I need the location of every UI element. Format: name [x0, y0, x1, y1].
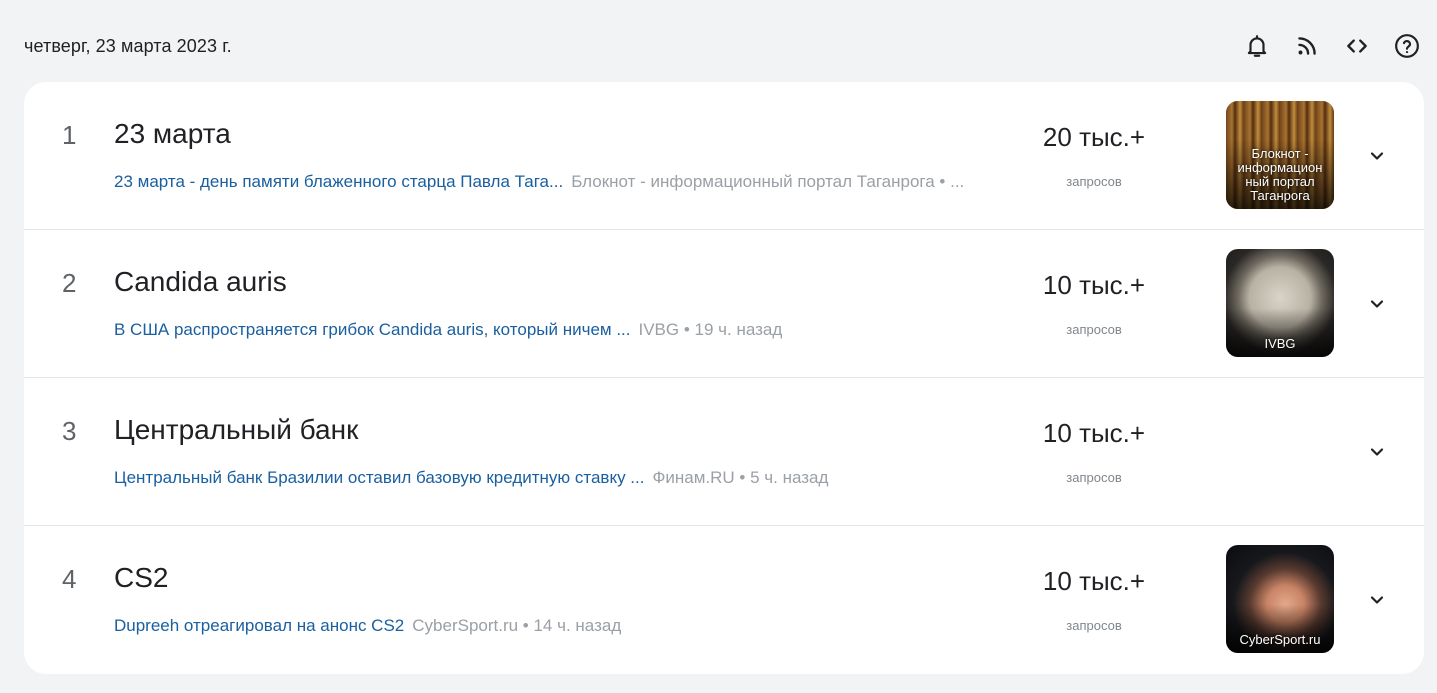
article-source: IVBG • 19 ч. назад — [638, 320, 783, 339]
trend-title[interactable]: Candida auris — [114, 266, 287, 298]
search-volume: 10 тыс.+ — [1042, 418, 1146, 448]
news-thumbnail[interactable]: CyberSport.ru — [1226, 545, 1334, 653]
trends-list: 1 23 марта 23 марта - день памяти блажен… — [24, 82, 1424, 674]
search-volume: 10 тыс.+ — [1042, 270, 1146, 300]
thumbnail-caption: CyberSport.ru — [1239, 632, 1321, 647]
trend-title[interactable]: CS2 — [114, 562, 168, 594]
expand-button[interactable] — [1361, 436, 1393, 468]
search-volume-label: запросов — [1066, 470, 1122, 485]
trends-page: четверг, 23 марта 2023 г. 1 23 марта 23 … — [0, 0, 1437, 693]
bell-icon[interactable] — [1241, 30, 1273, 62]
search-volume: 20 тыс.+ — [1042, 122, 1146, 152]
article-link[interactable]: Центральный банк Бразилии оставил базову… — [114, 468, 644, 487]
trend-rank: 4 — [62, 564, 77, 594]
help-icon[interactable] — [1391, 30, 1423, 62]
trend-meta: Dupreeh отреагировал на анонс CS2 CyberSp… — [114, 616, 1014, 636]
trend-row[interactable]: 1 23 марта 23 марта - день памяти блажен… — [24, 82, 1424, 230]
thumbnail-caption: Блокнот - информацион ный портал Таганро… — [1237, 146, 1323, 203]
top-bar: четверг, 23 марта 2023 г. — [0, 0, 1437, 82]
thumbnail-caption: IVBG — [1264, 336, 1296, 351]
trend-title[interactable]: Центральный банк — [114, 414, 358, 446]
expand-button[interactable] — [1361, 584, 1393, 616]
trend-row[interactable]: 2 Candida auris В США распространяется г… — [24, 230, 1424, 378]
chevron-down-icon — [1370, 596, 1384, 604]
trend-meta: Центральный банк Бразилии оставил базову… — [114, 468, 1014, 488]
trend-rank: 3 — [62, 416, 77, 446]
article-link[interactable]: 23 марта - день памяти блаженного старца… — [114, 172, 563, 191]
trend-row[interactable]: 3 Центральный банк Центральный банк Браз… — [24, 378, 1424, 526]
article-source: Финам.RU • 5 ч. назад — [652, 468, 829, 487]
top-actions — [1241, 30, 1423, 62]
article-source: Блокнот - информационный портал Таганрог… — [571, 172, 965, 191]
chevron-down-icon — [1370, 448, 1384, 456]
article-link[interactable]: В США распространяется грибок Candida au… — [114, 320, 630, 339]
news-thumbnail[interactable]: Блокнот - информацион ный портал Таганро… — [1226, 101, 1334, 209]
trend-title[interactable]: 23 марта — [114, 118, 231, 150]
search-volume: 10 тыс.+ — [1042, 566, 1146, 596]
chevron-down-icon — [1370, 152, 1384, 160]
search-volume-label: запросов — [1066, 174, 1122, 189]
trend-meta: В США распространяется грибок Candida au… — [114, 320, 1014, 340]
expand-button[interactable] — [1361, 288, 1393, 320]
expand-button[interactable] — [1361, 140, 1393, 172]
rss-icon[interactable] — [1291, 30, 1323, 62]
trend-meta: 23 марта - день памяти блаженного старца… — [114, 172, 1014, 192]
chevron-down-icon — [1370, 300, 1384, 308]
trend-rank: 1 — [62, 120, 77, 150]
trend-rank: 2 — [62, 268, 77, 298]
search-volume-label: запросов — [1066, 322, 1122, 337]
article-source: CyberSport.ru • 14 ч. назад — [412, 616, 622, 635]
trend-row[interactable]: 4 CS2 Dupreeh отреагировал на анонс CS2 C… — [24, 526, 1424, 674]
search-volume-label: запросов — [1066, 618, 1122, 633]
date-label: четверг, 23 марта 2023 г. — [24, 36, 232, 56]
code-icon[interactable] — [1341, 30, 1373, 62]
news-thumbnail[interactable]: IVBG — [1226, 249, 1334, 357]
article-link[interactable]: Dupreeh отреагировал на анонс CS2 — [114, 616, 404, 635]
